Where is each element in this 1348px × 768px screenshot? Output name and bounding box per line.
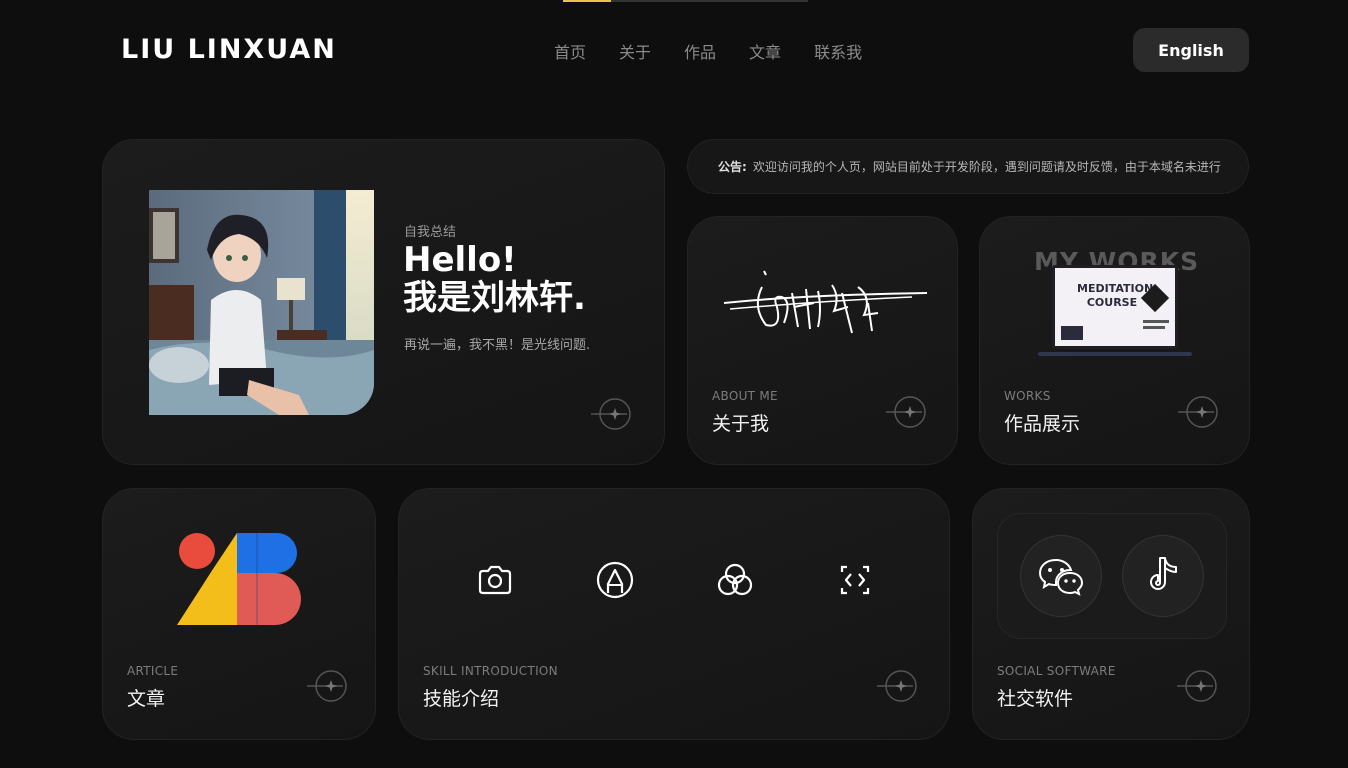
article-title: 文章 bbox=[127, 688, 166, 710]
skill-title: 技能介绍 bbox=[423, 688, 500, 710]
article-logo-icon bbox=[177, 533, 301, 625]
arrow-icon[interactable] bbox=[884, 390, 928, 434]
nav-contact[interactable]: 联系我 bbox=[814, 39, 862, 63]
hero-label: 自我总结 bbox=[404, 225, 457, 240]
announcement-text: 欢迎访问我的个人页，网站目前处于开发阶段，遇到问题请及时反馈，由于本域名未进行 bbox=[752, 160, 1221, 174]
tiktok-button[interactable] bbox=[1122, 535, 1204, 617]
hero-greeting: Hello! 我是刘林轩. bbox=[403, 241, 586, 318]
works-laptop-screen: MEDITATION COURSE bbox=[1052, 265, 1178, 349]
greeting-line-2: 我是刘林轩. bbox=[403, 278, 586, 319]
camera-icon[interactable] bbox=[475, 560, 515, 600]
arrow-icon[interactable] bbox=[1175, 664, 1219, 708]
nav-home[interactable]: 首页 bbox=[554, 39, 586, 63]
wechat-icon bbox=[1038, 558, 1084, 596]
about-subtitle: ABOUT ME bbox=[712, 389, 778, 403]
nav-articles[interactable]: 文章 bbox=[749, 39, 781, 63]
intro-card: 自我总结 Hello! 我是刘林轩. 再说一遍，我不黑！是光线问题. bbox=[102, 139, 665, 465]
main-nav: 首页 关于 作品 文章 联系我 bbox=[554, 39, 895, 63]
color-circles-icon[interactable] bbox=[715, 560, 755, 600]
social-title: 社交软件 bbox=[997, 688, 1074, 710]
avatar bbox=[149, 190, 374, 415]
social-icons-panel bbox=[997, 513, 1227, 639]
pen-icon[interactable] bbox=[595, 560, 635, 600]
works-title: 作品展示 bbox=[1004, 413, 1081, 435]
language-button[interactable]: English bbox=[1133, 28, 1249, 72]
skill-subtitle: SKILL INTRODUCTION bbox=[423, 664, 558, 678]
hero-description: 再说一遍，我不黑！是光线问题. bbox=[404, 338, 591, 353]
skill-card[interactable]: SKILL INTRODUCTION 技能介绍 bbox=[398, 488, 950, 740]
signature-image bbox=[723, 270, 928, 334]
arrow-icon[interactable] bbox=[1176, 390, 1220, 434]
nav-about[interactable]: 关于 bbox=[619, 39, 651, 63]
works-screen-title: MEDITATION COURSE bbox=[1077, 282, 1154, 309]
article-card[interactable]: ARTICLE 文章 bbox=[102, 488, 376, 740]
announcement-prefix: 公告: bbox=[718, 160, 747, 174]
site-logo[interactable]: LIU LINXUAN bbox=[121, 34, 337, 65]
arrow-icon[interactable] bbox=[305, 664, 349, 708]
social-subtitle: SOCIAL SOFTWARE bbox=[997, 664, 1116, 678]
arrow-icon[interactable] bbox=[875, 664, 919, 708]
about-card[interactable]: ABOUT ME 关于我 bbox=[687, 216, 958, 465]
top-progress-bar bbox=[563, 0, 808, 2]
about-title: 关于我 bbox=[712, 413, 770, 435]
nav-works[interactable]: 作品 bbox=[684, 39, 716, 63]
article-subtitle: ARTICLE bbox=[127, 664, 179, 678]
tiktok-icon bbox=[1150, 557, 1177, 590]
arrow-icon[interactable] bbox=[589, 392, 633, 436]
announcement-bar: 公告: 欢迎访问我的个人页，网站目前处于开发阶段，遇到问题请及时反馈，由于本域名… bbox=[687, 139, 1249, 194]
code-brackets-icon[interactable] bbox=[835, 560, 875, 600]
greeting-line-1: Hello! bbox=[403, 240, 517, 280]
works-card[interactable]: MY WORKS MEDITATION COURSE WORKS 作品展示 bbox=[979, 216, 1250, 465]
wechat-button[interactable] bbox=[1020, 535, 1102, 617]
works-subtitle: WORKS bbox=[1004, 389, 1051, 403]
social-card[interactable]: SOCIAL SOFTWARE 社交软件 bbox=[972, 488, 1250, 740]
